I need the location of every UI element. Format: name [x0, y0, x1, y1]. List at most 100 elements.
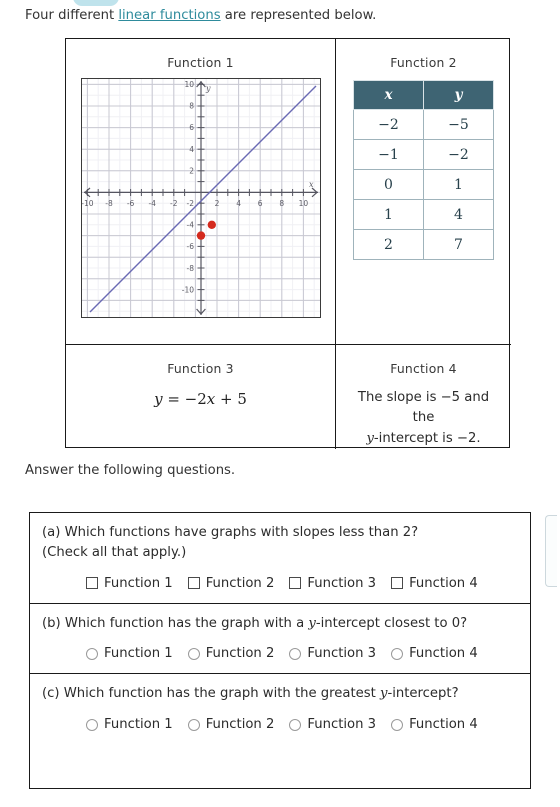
option-label: Function 2	[205, 646, 275, 662]
option-b-function-3[interactable]: Function 3	[289, 646, 376, 661]
questions-box: (a) Which functions have graphs with slo…	[29, 512, 531, 789]
radio-icon[interactable]	[187, 647, 200, 660]
radio-icon[interactable]	[86, 647, 98, 660]
function-4-line2-rest: -intercept is −2.	[373, 430, 481, 446]
radio-icon[interactable]	[187, 718, 200, 731]
option-a-function-3[interactable]: Function 3	[289, 576, 376, 591]
coordinate-plane-svg: -10 -8 -6 -4 -2 2 4 6 8 10 10 8 6 4 2 -2 -4 -6 -…	[81, 79, 320, 317]
question-b-pre: (b) Which function has the graph with a	[42, 615, 309, 631]
svg-text:-8: -8	[186, 264, 194, 273]
option-c-function-4[interactable]: Function 4	[391, 717, 478, 732]
function-4-line2-var: y	[366, 430, 374, 446]
option-label: Function 2	[205, 717, 275, 733]
question-c-options: Function 1 Function 2 Function 3 Functio…	[42, 717, 518, 732]
option-label: Function 4	[409, 717, 478, 733]
radio-icon[interactable]	[391, 718, 404, 731]
y-axis-label: y	[205, 84, 211, 93]
table-row: 2 7	[353, 229, 494, 260]
question-b-section: (b) Which function has the graph with a …	[30, 604, 530, 675]
option-a-function-2[interactable]: Function 2	[187, 575, 275, 591]
checkbox-icon[interactable]	[86, 577, 98, 590]
linear-functions-link[interactable]: linear functions	[118, 8, 220, 23]
svg-text:2: 2	[214, 199, 219, 208]
svg-text:10: 10	[184, 80, 194, 89]
question-b-options: Function 1 Function 2 Function 3 Functio…	[42, 646, 518, 661]
checkbox-icon[interactable]	[289, 577, 302, 590]
option-c-function-3[interactable]: Function 3	[289, 717, 376, 732]
question-b-label: (b) Which function has the graph with a …	[42, 614, 518, 634]
function-2-title: Function 2	[390, 55, 457, 70]
svg-text:-10: -10	[82, 199, 94, 208]
function-4-title: Function 4	[390, 361, 457, 376]
functions-table: Function 1 -10 -8 -6 -4 -2 2 4 6 8 10 10…	[65, 38, 511, 449]
option-b-function-2[interactable]: Function 2	[187, 646, 275, 662]
checkbox-icon[interactable]	[391, 577, 404, 590]
option-b-function-1[interactable]: Function 1	[86, 646, 173, 661]
option-label: Function 1	[104, 575, 173, 591]
radio-icon[interactable]	[391, 647, 404, 660]
option-c-function-2[interactable]: Function 2	[187, 717, 275, 733]
question-a-sublabel: (Check all that apply.)	[42, 544, 187, 560]
option-label: Function 1	[104, 717, 173, 733]
function-1-cell: Function 1 -10 -8 -6 -4 -2 2 4 6 8 10 10…	[66, 39, 336, 345]
question-c-label: (c) Which function has the graph with th…	[42, 684, 518, 704]
table-row: 0 1	[353, 169, 494, 200]
x-axis-label: x	[309, 180, 314, 189]
cell-y: −2	[423, 139, 494, 170]
cell-x: 1	[353, 199, 424, 230]
table-row: −1 −2	[353, 139, 494, 170]
question-b-var: y	[308, 615, 316, 631]
highlight-pill	[73, 0, 119, 6]
question-a-section: (a) Which functions have graphs with slo…	[30, 513, 530, 604]
equation-eq: = −2	[162, 390, 207, 408]
cell-y: 1	[423, 169, 494, 200]
question-b-post: -intercept closest to 0?	[315, 615, 468, 631]
function-3-equation: y = −2x + 5	[154, 390, 247, 408]
svg-text:6: 6	[257, 199, 262, 208]
cell-y: 4	[423, 199, 494, 230]
column-header-y: y	[423, 80, 494, 110]
option-a-function-4[interactable]: Function 4	[391, 576, 478, 591]
question-c-post: -intercept?	[387, 686, 459, 702]
svg-text:-2: -2	[186, 199, 194, 208]
option-b-function-4[interactable]: Function 4	[391, 646, 478, 661]
svg-text:8: 8	[189, 102, 194, 111]
equation-tail: + 5	[215, 390, 247, 408]
question-a-label: (a) Which functions have graphs with slo…	[42, 525, 419, 540]
intro-after: are represented below.	[220, 8, 377, 23]
plot-point-1	[196, 231, 205, 240]
svg-text:2: 2	[189, 166, 194, 175]
side-panel-tab[interactable]	[545, 515, 557, 587]
function-2-cell: Function 2 x y −2 −5 −1 −2 0 1 1 4 2 7	[336, 39, 511, 345]
svg-text:-6: -6	[126, 199, 134, 208]
equation-x: x	[206, 390, 216, 408]
cell-x: −2	[353, 109, 424, 140]
cell-y: −5	[423, 109, 494, 140]
radio-icon[interactable]	[289, 647, 302, 660]
option-label: Function 4	[409, 646, 478, 662]
option-c-function-1[interactable]: Function 1	[86, 717, 173, 732]
function-3-cell: Function 3 y = −2x + 5	[66, 345, 336, 449]
option-label: Function 2	[205, 575, 275, 591]
intro-text: Four different linear functions are repr…	[25, 8, 376, 23]
option-label: Function 3	[307, 575, 377, 591]
svg-text:-10: -10	[181, 285, 193, 294]
option-label: Function 4	[409, 575, 478, 591]
svg-text:-6: -6	[186, 242, 194, 251]
equation-y: y	[154, 390, 163, 408]
function-3-title: Function 3	[167, 361, 234, 376]
cell-x: −1	[353, 139, 424, 170]
svg-text:-4: -4	[186, 221, 194, 230]
worksheet-page: Four different linear functions are repr…	[0, 0, 560, 807]
svg-text:-8: -8	[105, 199, 113, 208]
checkbox-icon[interactable]	[187, 577, 200, 590]
radio-icon[interactable]	[289, 718, 302, 731]
function-4-line1: The slope is −5 and the	[357, 390, 490, 426]
option-a-function-1[interactable]: Function 1	[86, 576, 173, 591]
svg-text:-4: -4	[148, 199, 156, 208]
table-header-row: x y	[353, 80, 494, 110]
function-4-description: The slope is −5 and the y-intercept is −2…	[336, 388, 511, 449]
radio-icon[interactable]	[86, 718, 98, 731]
question-c-pre: (c) Which function has the graph with th…	[42, 686, 381, 702]
svg-text:6: 6	[189, 123, 194, 132]
